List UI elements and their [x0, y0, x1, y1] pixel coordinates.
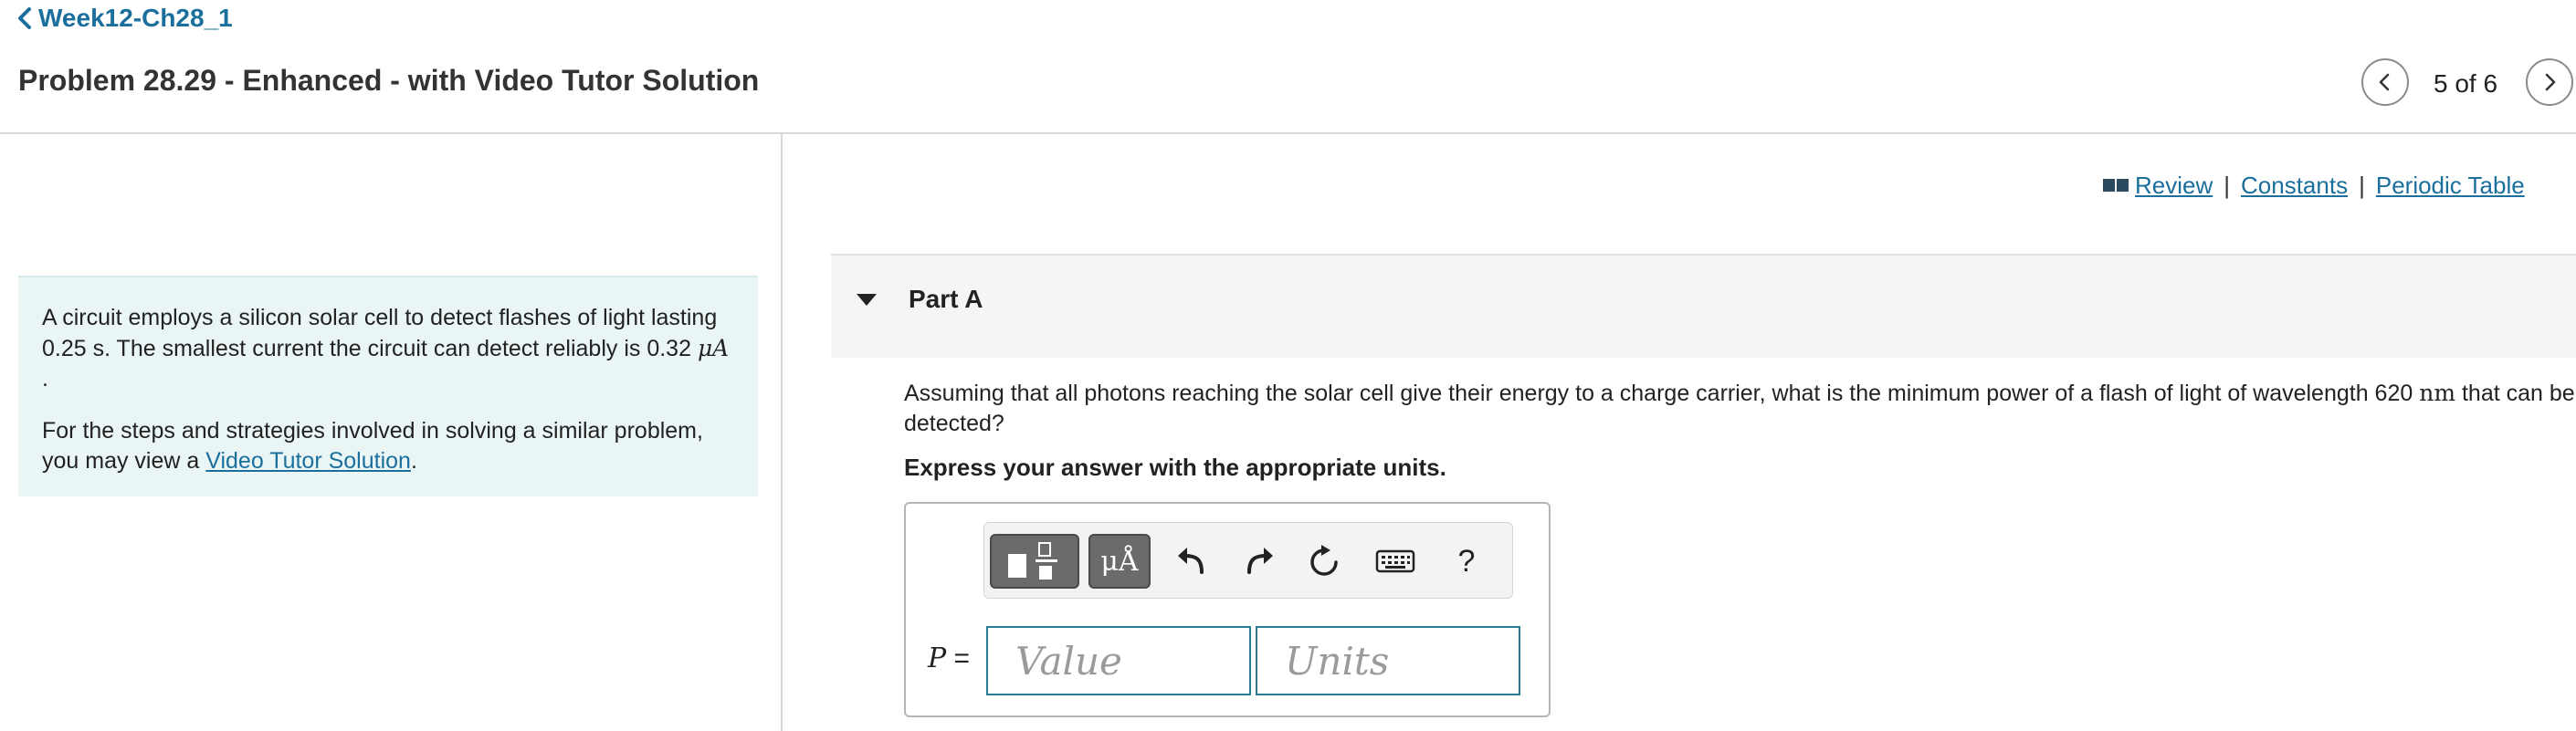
link-separator: |: [2359, 171, 2365, 199]
breadcrumb-back-link[interactable]: Week12-Ch28_1: [16, 2, 233, 35]
units-button[interactable]: μÅ: [1088, 534, 1151, 589]
current-unit: μA: [697, 335, 730, 361]
review-link[interactable]: Review: [2135, 172, 2213, 200]
undo-icon: [1178, 548, 1204, 574]
reset-icon: [1310, 545, 1338, 576]
video-tutor-link[interactable]: Video Tutor Solution: [205, 448, 411, 474]
redo-button[interactable]: [1233, 534, 1284, 589]
question-text: Assuming that all photons reaching the s…: [904, 380, 2575, 436]
column-divider: [781, 134, 783, 731]
keyboard-button[interactable]: [1368, 534, 1423, 589]
units-input[interactable]: [1256, 626, 1520, 695]
video-tutor-text: For the steps and strategies involved in…: [42, 418, 703, 474]
page-counter: 5 of 6: [2434, 69, 2498, 98]
constants-link[interactable]: Constants: [2241, 172, 2348, 200]
help-button[interactable]: ?: [1441, 534, 1492, 589]
undo-button[interactable]: [1167, 534, 1218, 589]
link-separator: |: [2224, 171, 2231, 199]
math-toolbar: μÅ ?: [983, 522, 1513, 599]
page-title: Problem 28.29 - Enhanced - with Video Tu…: [18, 64, 760, 97]
wavelength-unit: nm: [2419, 380, 2456, 406]
chevron-left-icon: [2379, 73, 2390, 91]
answer-editor: μÅ ? P = Value Units: [904, 502, 1551, 717]
redo-icon: [1247, 548, 1273, 574]
next-problem-button[interactable]: [2526, 58, 2573, 106]
part-title[interactable]: Part A: [909, 285, 983, 314]
help-icon: ?: [1457, 543, 1476, 579]
answer-instruction: Express your answer with the appropriate…: [904, 454, 1446, 481]
periodic-table-link[interactable]: Periodic Table: [2376, 172, 2525, 200]
collapse-caret-icon[interactable]: [857, 294, 877, 306]
templates-icon: [1008, 542, 1057, 580]
book-icon: [2103, 178, 2129, 193]
keyboard-icon: [1375, 549, 1415, 573]
part-a-header[interactable]: Part A: [831, 254, 2576, 358]
previous-problem-button[interactable]: [2361, 58, 2409, 106]
problem-statement: A circuit employs a silicon solar cell t…: [18, 276, 758, 496]
chevron-left-icon: [18, 7, 31, 29]
reset-button[interactable]: [1299, 534, 1350, 589]
templates-button[interactable]: [990, 534, 1079, 589]
answer-variable-label: P =: [928, 642, 971, 674]
chevron-right-icon: [2545, 73, 2556, 91]
value-input[interactable]: [986, 626, 1251, 695]
problem-text: A circuit employs a silicon solar cell t…: [42, 305, 730, 392]
units-glyph: μÅ: [1100, 545, 1139, 578]
breadcrumb-label: Week12-Ch28_1: [38, 4, 233, 32]
resource-links: Review | Constants | Periodic Table: [2102, 170, 2525, 201]
header-divider: [0, 132, 2576, 134]
